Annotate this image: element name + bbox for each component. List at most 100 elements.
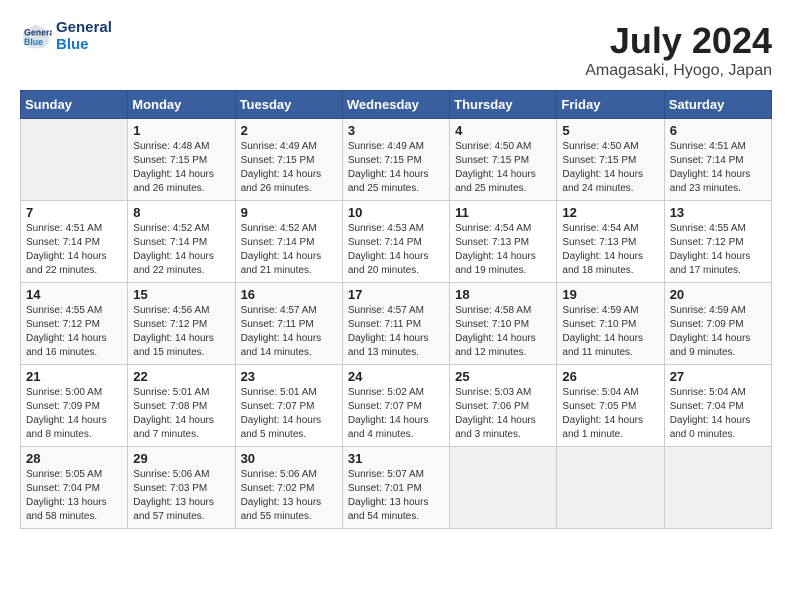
calendar-cell: 20 Sunrise: 4:59 AMSunset: 7:09 PMDaylig… [664, 283, 771, 365]
day-number: 13 [670, 205, 766, 220]
calendar-cell: 31 Sunrise: 5:07 AMSunset: 7:01 PMDaylig… [342, 447, 449, 529]
day-info: Sunrise: 4:56 AMSunset: 7:12 PMDaylight:… [133, 304, 229, 360]
logo-icon: General Blue [20, 21, 52, 53]
day-number: 11 [455, 205, 551, 220]
calendar-cell: 12 Sunrise: 4:54 AMSunset: 7:13 PMDaylig… [557, 201, 664, 283]
calendar-cell: 3 Sunrise: 4:49 AMSunset: 7:15 PMDayligh… [342, 119, 449, 201]
calendar-cell: 24 Sunrise: 5:02 AMSunset: 7:07 PMDaylig… [342, 365, 449, 447]
day-number: 26 [562, 369, 658, 384]
calendar-cell: 13 Sunrise: 4:55 AMSunset: 7:12 PMDaylig… [664, 201, 771, 283]
logo: General Blue General Blue [20, 20, 112, 53]
day-number: 5 [562, 123, 658, 138]
col-header-thursday: Thursday [450, 91, 557, 119]
month-title: July 2024 [585, 20, 772, 62]
day-info: Sunrise: 4:55 AMSunset: 7:12 PMDaylight:… [26, 304, 122, 360]
calendar-cell: 22 Sunrise: 5:01 AMSunset: 7:08 PMDaylig… [128, 365, 235, 447]
day-info: Sunrise: 5:03 AMSunset: 7:06 PMDaylight:… [455, 386, 551, 442]
logo-line2: Blue [56, 37, 112, 54]
calendar-cell [557, 447, 664, 529]
day-info: Sunrise: 4:57 AMSunset: 7:11 PMDaylight:… [241, 304, 337, 360]
day-info: Sunrise: 4:54 AMSunset: 7:13 PMDaylight:… [455, 222, 551, 278]
title-block: July 2024 Amagasaki, Hyogo, Japan [585, 20, 772, 80]
day-info: Sunrise: 4:59 AMSunset: 7:10 PMDaylight:… [562, 304, 658, 360]
day-number: 16 [241, 287, 337, 302]
calendar-cell: 16 Sunrise: 4:57 AMSunset: 7:11 PMDaylig… [235, 283, 342, 365]
day-info: Sunrise: 4:50 AMSunset: 7:15 PMDaylight:… [455, 140, 551, 196]
calendar-cell: 28 Sunrise: 5:05 AMSunset: 7:04 PMDaylig… [21, 447, 128, 529]
calendar-cell [664, 447, 771, 529]
day-info: Sunrise: 4:51 AMSunset: 7:14 PMDaylight:… [26, 222, 122, 278]
day-info: Sunrise: 5:07 AMSunset: 7:01 PMDaylight:… [348, 468, 444, 524]
day-info: Sunrise: 5:01 AMSunset: 7:08 PMDaylight:… [133, 386, 229, 442]
calendar-cell: 25 Sunrise: 5:03 AMSunset: 7:06 PMDaylig… [450, 365, 557, 447]
calendar-cell: 4 Sunrise: 4:50 AMSunset: 7:15 PMDayligh… [450, 119, 557, 201]
col-header-friday: Friday [557, 91, 664, 119]
day-info: Sunrise: 5:04 AMSunset: 7:04 PMDaylight:… [670, 386, 766, 442]
day-info: Sunrise: 4:57 AMSunset: 7:11 PMDaylight:… [348, 304, 444, 360]
calendar-cell: 6 Sunrise: 4:51 AMSunset: 7:14 PMDayligh… [664, 119, 771, 201]
day-number: 23 [241, 369, 337, 384]
day-number: 3 [348, 123, 444, 138]
day-number: 28 [26, 451, 122, 466]
calendar-cell [21, 119, 128, 201]
calendar-cell: 30 Sunrise: 5:06 AMSunset: 7:02 PMDaylig… [235, 447, 342, 529]
col-header-monday: Monday [128, 91, 235, 119]
day-info: Sunrise: 4:52 AMSunset: 7:14 PMDaylight:… [133, 222, 229, 278]
col-header-tuesday: Tuesday [235, 91, 342, 119]
calendar-cell: 8 Sunrise: 4:52 AMSunset: 7:14 PMDayligh… [128, 201, 235, 283]
day-info: Sunrise: 4:50 AMSunset: 7:15 PMDaylight:… [562, 140, 658, 196]
day-number: 4 [455, 123, 551, 138]
calendar-cell: 1 Sunrise: 4:48 AMSunset: 7:15 PMDayligh… [128, 119, 235, 201]
calendar-cell: 23 Sunrise: 5:01 AMSunset: 7:07 PMDaylig… [235, 365, 342, 447]
calendar-cell [450, 447, 557, 529]
calendar-cell: 9 Sunrise: 4:52 AMSunset: 7:14 PMDayligh… [235, 201, 342, 283]
calendar-cell: 5 Sunrise: 4:50 AMSunset: 7:15 PMDayligh… [557, 119, 664, 201]
day-number: 10 [348, 205, 444, 220]
day-info: Sunrise: 5:00 AMSunset: 7:09 PMDaylight:… [26, 386, 122, 442]
day-number: 22 [133, 369, 229, 384]
calendar-table: SundayMondayTuesdayWednesdayThursdayFrid… [20, 90, 772, 529]
calendar-cell: 15 Sunrise: 4:56 AMSunset: 7:12 PMDaylig… [128, 283, 235, 365]
col-header-saturday: Saturday [664, 91, 771, 119]
calendar-cell: 21 Sunrise: 5:00 AMSunset: 7:09 PMDaylig… [21, 365, 128, 447]
day-number: 6 [670, 123, 766, 138]
day-number: 12 [562, 205, 658, 220]
svg-text:General: General [24, 27, 52, 37]
day-info: Sunrise: 5:04 AMSunset: 7:05 PMDaylight:… [562, 386, 658, 442]
calendar-cell: 18 Sunrise: 4:58 AMSunset: 7:10 PMDaylig… [450, 283, 557, 365]
calendar-cell: 27 Sunrise: 5:04 AMSunset: 7:04 PMDaylig… [664, 365, 771, 447]
day-number: 30 [241, 451, 337, 466]
day-number: 25 [455, 369, 551, 384]
col-header-sunday: Sunday [21, 91, 128, 119]
day-number: 17 [348, 287, 444, 302]
calendar-cell: 26 Sunrise: 5:04 AMSunset: 7:05 PMDaylig… [557, 365, 664, 447]
day-info: Sunrise: 4:49 AMSunset: 7:15 PMDaylight:… [241, 140, 337, 196]
day-number: 15 [133, 287, 229, 302]
day-number: 21 [26, 369, 122, 384]
calendar-cell: 10 Sunrise: 4:53 AMSunset: 7:14 PMDaylig… [342, 201, 449, 283]
day-info: Sunrise: 5:06 AMSunset: 7:03 PMDaylight:… [133, 468, 229, 524]
day-info: Sunrise: 4:58 AMSunset: 7:10 PMDaylight:… [455, 304, 551, 360]
day-number: 14 [26, 287, 122, 302]
logo-line1: General [56, 20, 112, 37]
day-info: Sunrise: 4:49 AMSunset: 7:15 PMDaylight:… [348, 140, 444, 196]
day-number: 27 [670, 369, 766, 384]
page-header: General Blue General Blue July 2024 Amag… [20, 20, 772, 80]
day-number: 1 [133, 123, 229, 138]
day-info: Sunrise: 5:05 AMSunset: 7:04 PMDaylight:… [26, 468, 122, 524]
day-number: 18 [455, 287, 551, 302]
calendar-cell: 19 Sunrise: 4:59 AMSunset: 7:10 PMDaylig… [557, 283, 664, 365]
day-info: Sunrise: 4:48 AMSunset: 7:15 PMDaylight:… [133, 140, 229, 196]
day-number: 29 [133, 451, 229, 466]
day-number: 31 [348, 451, 444, 466]
day-info: Sunrise: 4:51 AMSunset: 7:14 PMDaylight:… [670, 140, 766, 196]
day-info: Sunrise: 4:54 AMSunset: 7:13 PMDaylight:… [562, 222, 658, 278]
calendar-cell: 2 Sunrise: 4:49 AMSunset: 7:15 PMDayligh… [235, 119, 342, 201]
day-number: 19 [562, 287, 658, 302]
day-info: Sunrise: 4:52 AMSunset: 7:14 PMDaylight:… [241, 222, 337, 278]
day-number: 8 [133, 205, 229, 220]
day-info: Sunrise: 5:02 AMSunset: 7:07 PMDaylight:… [348, 386, 444, 442]
location: Amagasaki, Hyogo, Japan [585, 62, 772, 80]
day-number: 24 [348, 369, 444, 384]
calendar-cell: 7 Sunrise: 4:51 AMSunset: 7:14 PMDayligh… [21, 201, 128, 283]
